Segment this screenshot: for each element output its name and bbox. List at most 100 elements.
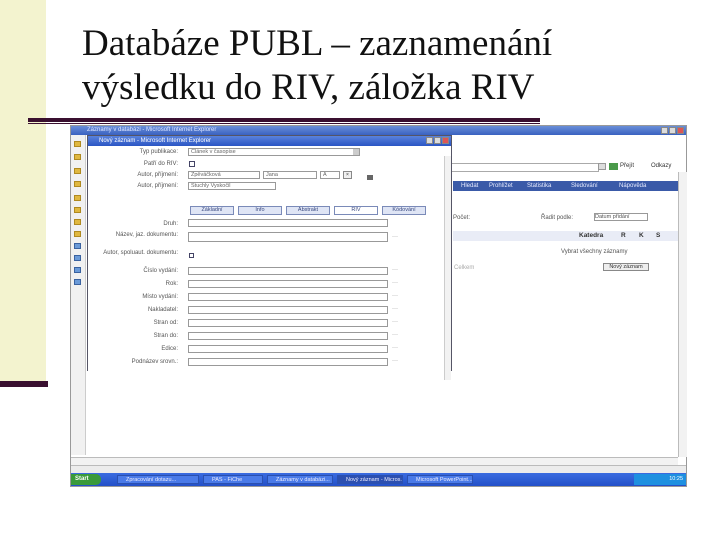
taskbar-item[interactable]: Microsoft PowerPoint... <box>407 475 473 484</box>
close-button[interactable] <box>677 127 684 134</box>
ellipsis-icon[interactable]: ··· <box>392 234 398 240</box>
column-s[interactable]: S <box>656 232 660 239</box>
globe-icon[interactable] <box>74 267 81 273</box>
taskbar: Start Zpracování dotazu... PAS - FiChe Z… <box>71 473 686 486</box>
patri-do-riv-checkbox[interactable] <box>189 161 195 167</box>
autor-1-type-select[interactable]: A <box>320 171 340 179</box>
folder-icon[interactable] <box>74 154 81 160</box>
ellipsis-icon[interactable]: ··· <box>392 345 398 351</box>
column-katedra[interactable]: Katedra <box>579 232 603 239</box>
folder-icon[interactable] <box>74 231 81 237</box>
riv-field-label: Druh: <box>163 221 178 227</box>
links-label[interactable]: Odkazy <box>651 163 671 169</box>
riv-field-label: Nakladatel: <box>147 307 178 313</box>
go-label[interactable]: Přejít <box>620 163 634 169</box>
author-lookup-icon[interactable] <box>367 175 373 180</box>
count-label: Počet: <box>453 215 471 221</box>
typ-publikace-value: Článek v časopise <box>191 149 236 155</box>
folder-icon[interactable] <box>74 141 81 147</box>
autor-1-name-input[interactable]: Jana <box>263 171 317 179</box>
sort-label: Řadit podle: <box>541 215 574 221</box>
dialog-close-button[interactable] <box>442 137 449 144</box>
system-tray: 10:25 <box>634 474 686 485</box>
ellipsis-icon[interactable]: ··· <box>392 319 398 325</box>
autor-2-input[interactable]: Stuchly Vyskočil <box>188 182 276 190</box>
column-r[interactable]: R <box>621 232 626 239</box>
nav-tab-napoveda[interactable]: Nápověda <box>619 183 646 189</box>
vertical-scrollbar[interactable] <box>678 172 687 457</box>
taskbar-item[interactable]: PAS - FiChe <box>203 475 263 484</box>
taskbar-item[interactable]: Záznamy v databázi... <box>267 475 333 484</box>
slide-left-band <box>0 0 46 385</box>
riv-field-label: Stran od: <box>153 320 178 326</box>
start-button[interactable]: Start <box>71 474 101 485</box>
ellipsis-icon[interactable]: ··· <box>392 358 398 364</box>
tab-abstrakt[interactable]: Abstrakt <box>286 206 330 215</box>
maximize-button[interactable] <box>669 127 676 134</box>
tab-zakladni[interactable]: Základní <box>190 206 234 215</box>
background-nav-tabs: Hledat Prohlížet Statistika Sledování Ná… <box>453 181 681 191</box>
riv-rok-input[interactable] <box>188 280 388 288</box>
globe-icon[interactable] <box>74 255 81 261</box>
sort-select[interactable]: Datum přidání <box>594 213 648 221</box>
taskbar-item[interactable]: Zpracování dotazu... <box>117 475 199 484</box>
new-record-button[interactable]: Nový záznam <box>603 263 649 271</box>
riv-field-label: Název, jaz. dokumentu: <box>115 232 178 238</box>
nav-tab-prohlizet[interactable]: Prohlížet <box>489 183 513 189</box>
folder-icon[interactable] <box>74 207 81 213</box>
tab-kodovani[interactable]: Kódování <box>382 206 426 215</box>
chevron-down-icon <box>353 149 359 155</box>
favorites-pane <box>71 135 86 455</box>
title-rule <box>28 118 540 122</box>
folder-icon[interactable] <box>74 195 81 201</box>
nav-tab-sledovani[interactable]: Sledování <box>571 183 598 189</box>
riv-field-label: Edice: <box>161 346 178 352</box>
remove-author-button[interactable]: × <box>343 171 352 179</box>
new-record-button-label: Nový záznam <box>609 264 643 270</box>
dialog-body: Typ publikace: Článek v časopise Patří d… <box>88 146 451 380</box>
tab-info[interactable]: Info <box>238 206 282 215</box>
dialog-maximize-button[interactable] <box>434 137 441 144</box>
riv-misto-input[interactable] <box>188 293 388 301</box>
typ-publikace-label: Typ publikace: <box>139 149 178 155</box>
riv-cislo-input[interactable] <box>188 267 388 275</box>
autor-1-type-value: A <box>323 172 327 178</box>
riv-field-label: Rok: <box>165 281 178 287</box>
riv-druh-input[interactable] <box>188 219 388 227</box>
typ-publikace-select[interactable]: Článek v časopise <box>188 148 360 156</box>
tab-riv[interactable]: RIV <box>334 206 378 215</box>
riv-nakladatel-input[interactable] <box>188 306 388 314</box>
ellipsis-icon[interactable]: ··· <box>392 332 398 338</box>
autor-1-surname-input[interactable]: Zpěváčková <box>188 171 260 179</box>
ellipsis-icon[interactable]: ··· <box>392 280 398 286</box>
dialog-scrollbar[interactable] <box>444 156 451 380</box>
ellipsis-icon[interactable]: ··· <box>392 306 398 312</box>
address-input[interactable] <box>451 163 599 172</box>
globe-icon[interactable] <box>74 279 81 285</box>
taskbar-item-active[interactable]: Nový záznam - Micros... <box>337 475 403 484</box>
dialog-title: Nový záznam - Microsoft Internet Explore… <box>99 138 212 144</box>
go-icon[interactable] <box>609 163 618 170</box>
riv-stran-do-input[interactable] <box>188 332 388 340</box>
select-all-link[interactable]: Vybrat všechny záznamy <box>561 249 627 255</box>
nav-tab-statistika[interactable]: Statistika <box>527 183 551 189</box>
riv-autor-checkbox[interactable] <box>189 253 194 258</box>
browser-title: Záznamy v databázi - Microsoft Internet … <box>87 127 217 133</box>
embedded-screenshot: Záznamy v databázi - Microsoft Internet … <box>70 125 687 487</box>
dialog-minimize-button[interactable] <box>426 137 433 144</box>
new-record-dialog: Nový záznam - Microsoft Internet Explore… <box>87 135 452 380</box>
folder-icon[interactable] <box>74 168 81 174</box>
riv-edice-input[interactable] <box>188 345 388 353</box>
nav-tab-hledat[interactable]: Hledat <box>461 183 478 189</box>
globe-icon[interactable] <box>74 243 81 249</box>
address-dropdown[interactable] <box>598 163 606 170</box>
minimize-button[interactable] <box>661 127 668 134</box>
riv-stran-od-input[interactable] <box>188 319 388 327</box>
ellipsis-icon[interactable]: ··· <box>392 267 398 273</box>
ellipsis-icon[interactable]: ··· <box>392 293 398 299</box>
folder-icon[interactable] <box>74 181 81 187</box>
column-k[interactable]: K <box>639 232 644 239</box>
folder-icon[interactable] <box>74 219 81 225</box>
riv-nazev-input[interactable] <box>188 232 388 242</box>
riv-podnazev-input[interactable] <box>188 358 388 366</box>
